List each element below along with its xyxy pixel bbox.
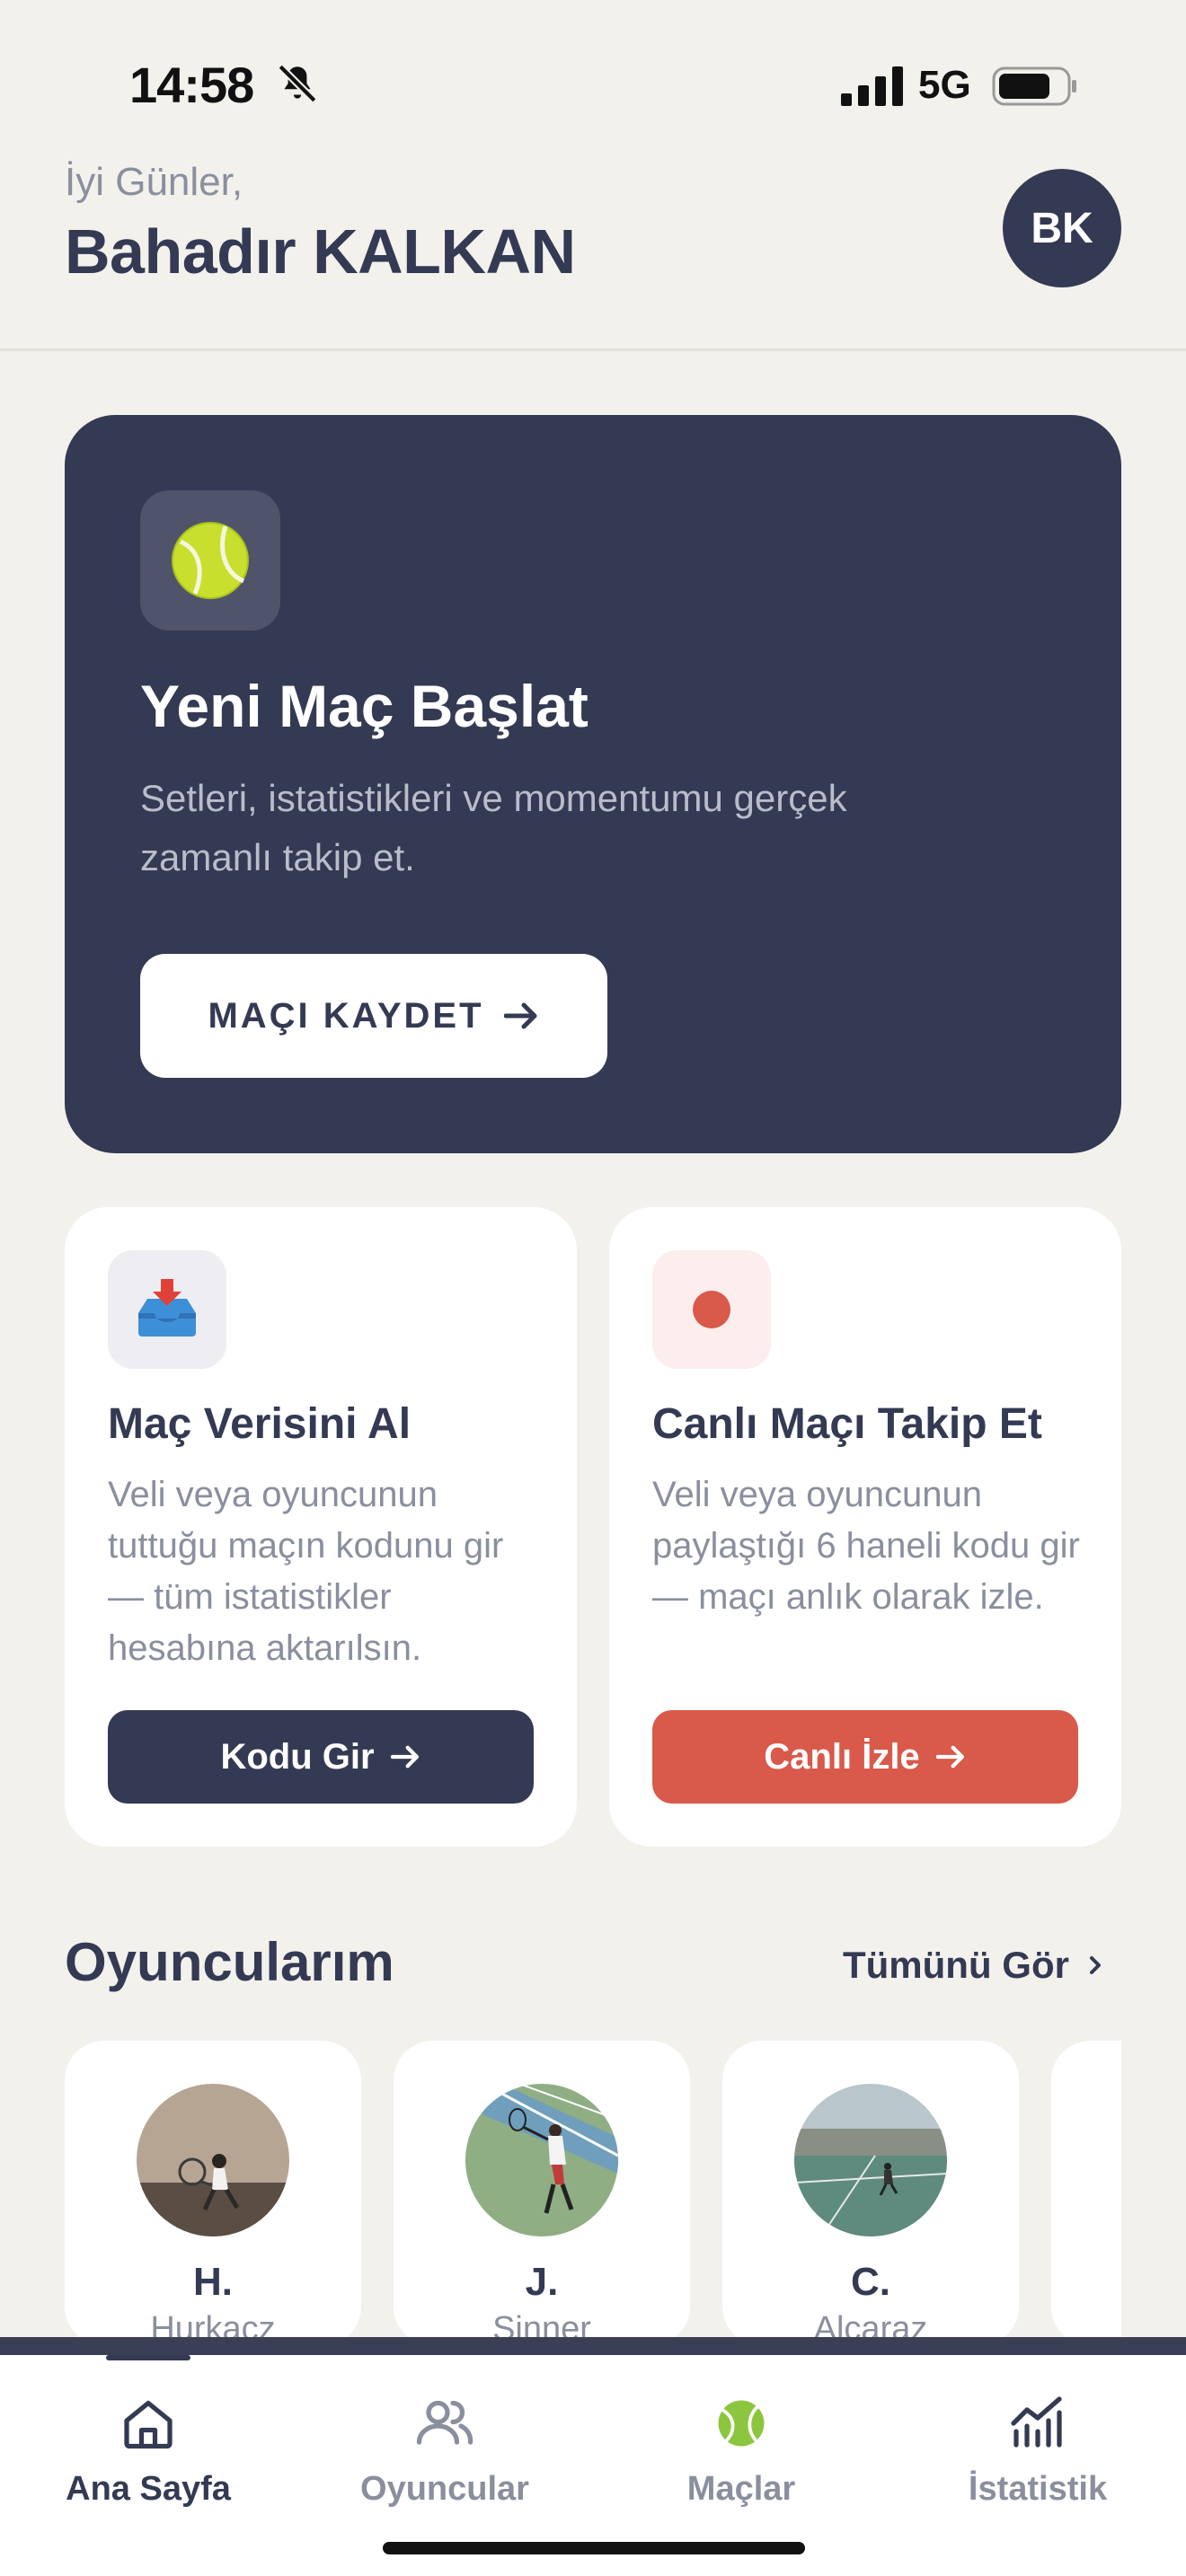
card-description: Veli veya oyuncunun tuttuğu maçın kodunu…	[108, 1475, 504, 1668]
import-match-card: Maç Verisini Al Veli veya oyuncunun tutt…	[65, 1207, 577, 1847]
watch-live-label: Canlı İzle	[764, 1736, 920, 1777]
player-surname: Alcaraz	[813, 2310, 928, 2337]
player-card-partial[interactable]	[1051, 2041, 1121, 2337]
see-all-link[interactable]: Tümünü Gör	[843, 1944, 1105, 1987]
tab-matches[interactable]: Maçlar	[593, 2391, 890, 2509]
bell-muted-icon	[278, 64, 317, 103]
player-surname: Hurkacz	[150, 2310, 276, 2337]
hero-subtitle: Setleri, istatistikleri ve momentumu ger…	[140, 777, 847, 878]
arrow-right-icon	[935, 1745, 964, 1769]
tennis-ball-icon	[718, 2400, 765, 2447]
home-indicator[interactable]	[383, 2542, 805, 2554]
tennis-ball-icon	[172, 522, 249, 599]
enter-code-label: Kodu Gir	[220, 1736, 375, 1777]
player-photo	[465, 2084, 618, 2236]
chevron-right-icon	[1089, 1956, 1101, 1974]
player-card[interactable]: J. Sinner	[394, 2041, 690, 2337]
hero-icon-box	[140, 490, 280, 631]
hero-title: Yeni Maç Başlat	[140, 673, 589, 739]
player-initial: J.	[525, 2260, 559, 2304]
watch-live-button[interactable]: Canlı İzle	[652, 1710, 1078, 1804]
tab-label: Oyuncular	[360, 2470, 529, 2508]
card-description: Veli veya oyuncunun paylaştığı 6 haneli …	[652, 1475, 1080, 1617]
tab-players[interactable]: Oyuncular	[296, 2391, 593, 2509]
record-match-button[interactable]: MAÇI KAYDET	[140, 954, 607, 1078]
player-initial: C.	[851, 2260, 890, 2304]
tab-home[interactable]: Ana Sayfa	[0, 2391, 296, 2509]
user-name: Bahadır KALKAN	[65, 216, 576, 287]
inbox-download-icon	[138, 1279, 196, 1337]
player-initial: H.	[193, 2260, 233, 2304]
arrow-right-icon	[390, 1745, 419, 1769]
card-title: Maç Verisini Al	[108, 1400, 412, 1448]
card-icon-box	[652, 1250, 771, 1369]
player-photo	[137, 2084, 289, 2236]
avatar-initials: BK	[1031, 204, 1093, 252]
enter-code-button[interactable]: Kodu Gir	[108, 1710, 534, 1804]
players-carousel[interactable]: H. Hurkacz J. Sinner C. Alcaraz	[65, 2041, 1121, 2337]
status-bar: 14:58 5G	[0, 0, 1186, 171]
battery-icon	[992, 66, 1076, 106]
active-tab-indicator	[106, 2355, 190, 2360]
arrow-right-icon	[503, 1002, 537, 1029]
status-time: 14:58	[129, 57, 254, 113]
live-dot-icon	[693, 1291, 730, 1328]
home-icon	[124, 2400, 173, 2449]
avatar[interactable]: BK	[1003, 169, 1121, 287]
tab-label: Ana Sayfa	[66, 2470, 231, 2508]
player-card[interactable]: H. Hurkacz	[65, 2041, 361, 2337]
players-section-title: Oyuncularım	[65, 1932, 394, 1992]
record-match-label: MAÇI KAYDET	[208, 995, 484, 1036]
see-all-label: Tümünü Gör	[843, 1944, 1069, 1986]
tab-statistics[interactable]: İstatistik	[890, 2391, 1186, 2509]
network-type: 5G	[918, 63, 971, 107]
player-card[interactable]: C. Alcaraz	[722, 2041, 1019, 2337]
header-divider	[0, 348, 1186, 351]
new-match-card: Yeni Maç Başlat Setleri, istatistikleri …	[65, 415, 1121, 1153]
greeting-text: İyi Günler,	[65, 160, 243, 204]
live-match-card: Canlı Maçı Takip Et Veli veya oyuncunun …	[609, 1207, 1121, 1847]
tab-bar-divider	[0, 2337, 1186, 2355]
users-icon	[416, 2400, 474, 2445]
tab-label: İstatistik	[968, 2470, 1108, 2508]
player-photo	[794, 2084, 947, 2236]
card-title: Canlı Maçı Takip Et	[652, 1400, 1042, 1448]
signal-icon	[841, 66, 903, 106]
tab-label: Maçlar	[686, 2470, 796, 2508]
card-icon-box	[108, 1250, 226, 1369]
player-surname: Sinner	[492, 2310, 591, 2337]
chart-icon	[1011, 2396, 1062, 2448]
